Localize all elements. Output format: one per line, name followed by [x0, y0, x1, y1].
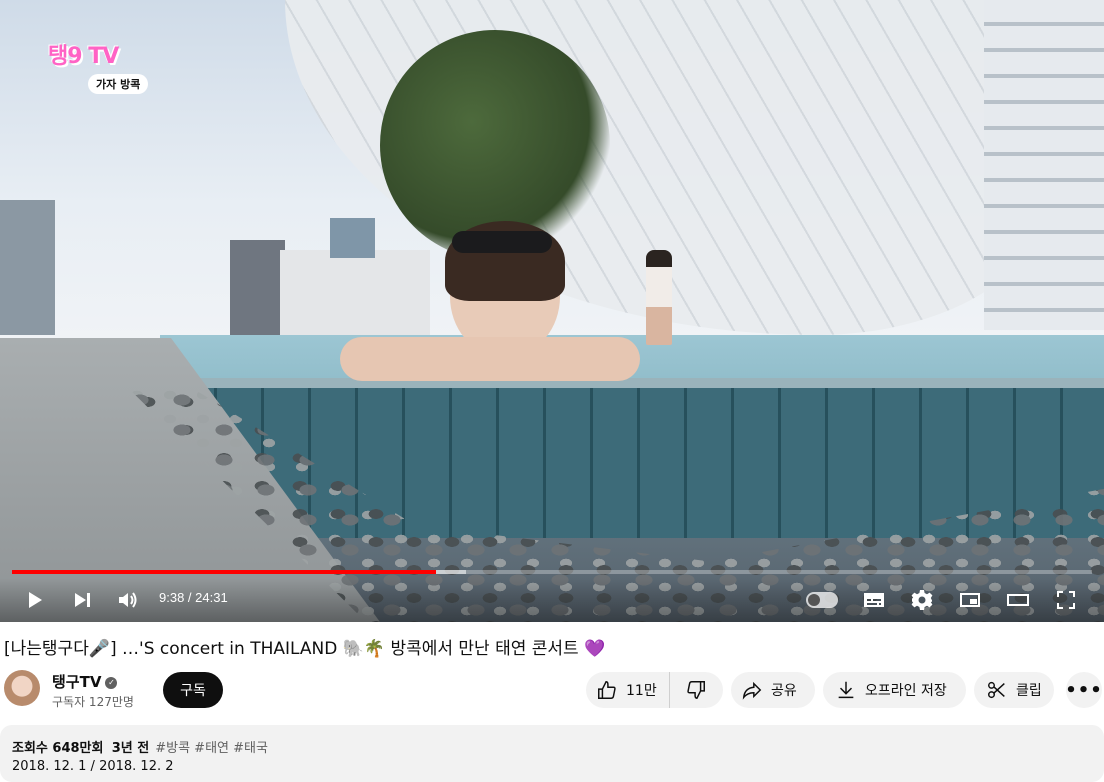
theater-icon	[1007, 594, 1029, 606]
background-person	[646, 250, 672, 345]
next-button[interactable]	[68, 586, 96, 614]
channel-avatar[interactable]	[4, 670, 40, 706]
play-button[interactable]	[20, 586, 48, 614]
more-icon: •••	[1065, 679, 1103, 701]
more-actions-button[interactable]: •••	[1065, 672, 1103, 708]
share-label: 공유	[771, 683, 797, 699]
theater-button[interactable]	[1004, 586, 1032, 614]
subtitles-icon	[864, 593, 884, 607]
play-icon	[29, 592, 42, 608]
time-display: 9:38 / 24:31	[159, 590, 228, 605]
subscribe-button[interactable]: 구독	[163, 672, 223, 708]
fullscreen-button[interactable]	[1052, 586, 1080, 614]
watermark-tag: 가자 방콕	[88, 74, 149, 94]
video-player[interactable]: 탱9 TV 가자 방콕 9:38 / 24:31	[0, 0, 1104, 622]
like-count: 11만	[626, 683, 657, 699]
subscriber-count: 구독자 127만명	[52, 695, 134, 709]
progress-played	[12, 570, 437, 574]
description-meta: 조회수 648만회 3년 전 #방콕 #태연 #태국	[12, 737, 268, 756]
video-title: [나는탱구다🎤] …'S concert in THAILAND 🐘🌴 방콕에서…	[4, 639, 606, 659]
next-icon	[75, 593, 90, 607]
share-icon	[742, 681, 762, 700]
volume-button[interactable]	[114, 586, 142, 614]
channel-row: 탱구TV ✓ 구독자 127만명 구독 11만 공유 오프라인 저장 클립 •••	[0, 668, 1104, 714]
hashtags[interactable]: #방콕 #태연 #태국	[155, 741, 268, 756]
swimmer	[340, 221, 640, 385]
verified-icon: ✓	[105, 676, 118, 689]
thumbs-down-icon	[687, 681, 705, 699]
dislike-button[interactable]	[670, 672, 722, 708]
miniplayer-icon	[960, 593, 980, 607]
channel-name-wrap[interactable]: 탱구TV ✓	[52, 671, 118, 692]
clip-label: 클립	[1016, 683, 1042, 699]
scissors-icon	[988, 681, 1005, 699]
miniplayer-button[interactable]	[956, 586, 984, 614]
channel-watermark: 탱9 TV 가자 방콕	[40, 40, 160, 100]
thumbs-up-icon	[598, 681, 616, 699]
autoplay-toggle[interactable]	[806, 592, 838, 608]
watermark-logo: 탱9 TV	[48, 44, 119, 69]
view-count: 조회수 648만회	[12, 741, 104, 756]
fullscreen-icon	[1057, 591, 1075, 609]
volume-icon	[119, 592, 137, 608]
channel-name[interactable]: 탱구TV	[52, 673, 101, 691]
description-dates: 2018. 12. 1 / 2018. 12. 2	[12, 759, 174, 774]
download-icon	[838, 681, 854, 699]
subtitles-button[interactable]	[860, 586, 888, 614]
like-dislike-group: 11만	[586, 672, 723, 708]
gear-icon	[911, 590, 933, 610]
progress-bar[interactable]	[12, 570, 1092, 574]
offline-label: 오프라인 저장	[865, 683, 947, 699]
upload-age: 3년 전	[111, 741, 150, 756]
clip-button[interactable]: 클립	[974, 672, 1054, 708]
video-frame	[0, 0, 1104, 622]
description-box[interactable]: 조회수 648만회 3년 전 #방콕 #태연 #태국 2018. 12. 1 / …	[0, 725, 1104, 782]
like-button[interactable]: 11만	[586, 672, 670, 708]
settings-button[interactable]	[908, 586, 936, 614]
offline-save-button[interactable]: 오프라인 저장	[823, 672, 966, 708]
player-controls: 9:38 / 24:31	[0, 578, 1104, 622]
share-button[interactable]: 공유	[731, 672, 815, 708]
